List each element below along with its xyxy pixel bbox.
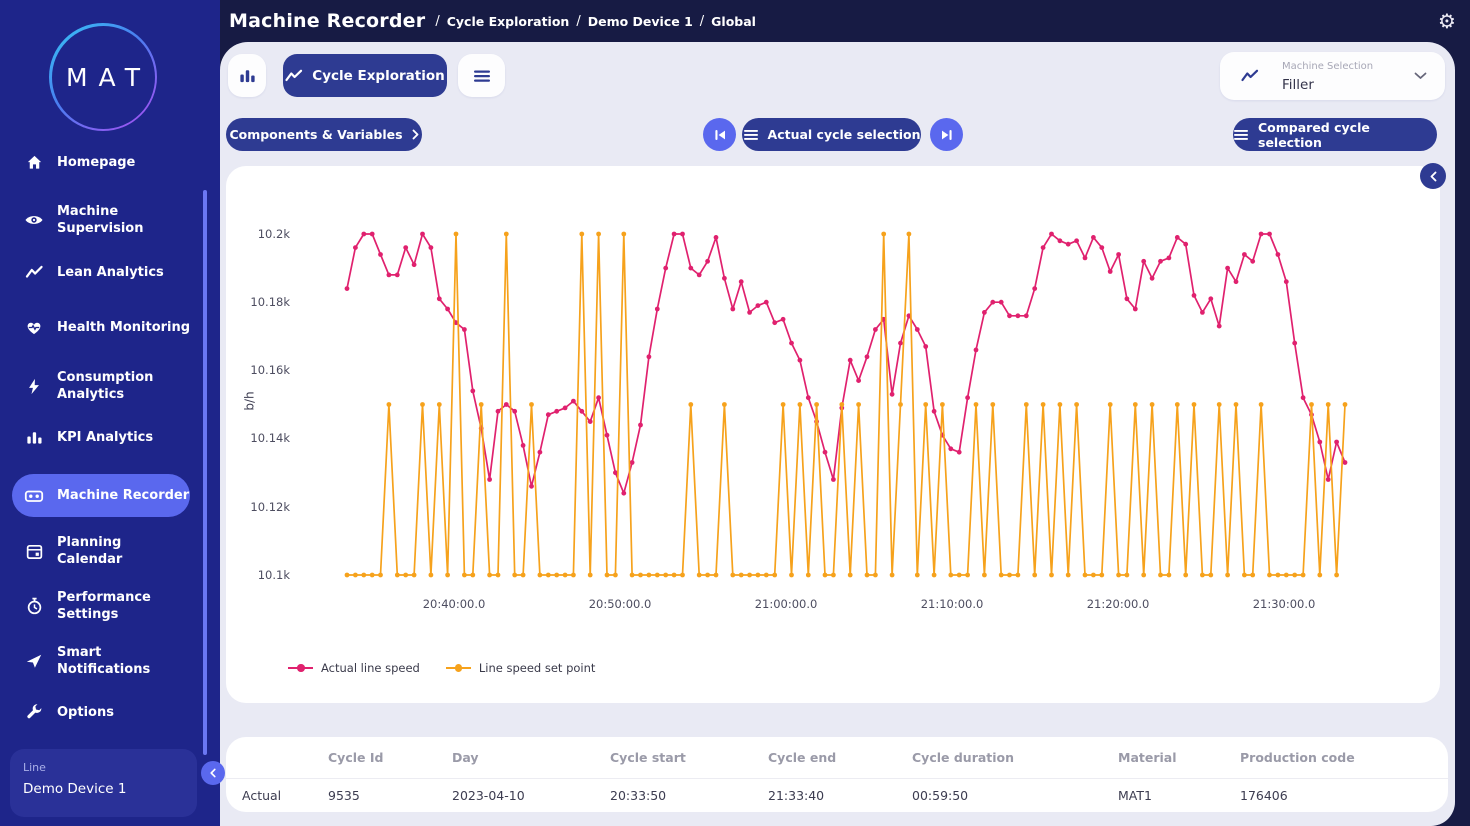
home-icon (24, 152, 44, 172)
machine-selection-value: Filler (1282, 77, 1314, 93)
cycle-info-table: Cycle Id Day Cycle start Cycle end Cycle… (226, 737, 1448, 812)
top-header: Machine Recorder / Cycle Exploration / D… (220, 0, 1470, 42)
chart-legend: Actual line speed Line speed set point (288, 661, 595, 675)
breadcrumb-item[interactable]: Demo Device 1 (588, 14, 693, 29)
table-row: Actual 9535 2023-04-10 20:33:50 21:33:40… (226, 779, 1448, 811)
sidebar-item-machine-supervision[interactable]: Machine Supervision (24, 203, 199, 237)
sidebar-collapse-button[interactable] (201, 761, 225, 785)
wrench-icon (24, 702, 44, 722)
sidebar-item-kpi-analytics[interactable]: KPI Analytics (24, 427, 199, 447)
settings-gear-icon[interactable]: ⚙ (1434, 8, 1460, 34)
table-header: Cycle start (610, 750, 768, 765)
legend-item-line-speed-set-point[interactable]: Line speed set point (446, 661, 596, 675)
page-title: Machine Recorder (229, 10, 425, 32)
line-value: Demo Device 1 (23, 781, 197, 797)
trend-line-icon (24, 262, 44, 282)
row-label: Actual (242, 788, 328, 803)
y-axis-label: b/h (243, 391, 257, 410)
content-panel: Cycle Exploration Machine Selection Fill… (220, 42, 1455, 826)
cell-cycle-end: 21:33:40 (768, 788, 912, 803)
sidebar-item-homepage[interactable]: Homepage (24, 152, 199, 172)
bar-chart-icon (238, 66, 257, 85)
mat-logo: MAT (49, 23, 157, 131)
cell-cycle-duration: 00:59:50 (912, 788, 1118, 803)
sidebar-item-planning-calendar[interactable]: Planning Calendar (24, 534, 199, 568)
list-icon (743, 129, 759, 141)
sidebar: MAT Homepage Machine Supervision Lean An… (0, 0, 220, 826)
sidebar-item-performance-settings[interactable]: Performance Settings (24, 589, 199, 623)
cell-day: 2023-04-10 (452, 788, 610, 803)
legend-item-actual-line-speed[interactable]: Actual line speed (288, 661, 420, 675)
sidebar-item-options[interactable]: Options (24, 702, 199, 722)
sidebar-item-lean-analytics[interactable]: Lean Analytics (24, 262, 199, 282)
sidebar-scrollbar[interactable] (203, 190, 207, 755)
skip-start-icon (713, 128, 727, 142)
sidebar-item-consumption-analytics[interactable]: Consumption Analytics (24, 369, 199, 403)
y-axis-tick: 10.18k (234, 295, 290, 309)
bar-chart-view-button[interactable] (228, 54, 266, 97)
table-header: Day (452, 750, 610, 765)
stopwatch-icon (24, 596, 44, 616)
line-label: Line (23, 761, 197, 774)
table-header: Cycle Id (328, 750, 452, 765)
table-header: Cycle duration (912, 750, 1118, 765)
compared-cycle-selection-button[interactable]: Compared cycle selection (1233, 118, 1437, 151)
y-axis-tick: 10.16k (234, 363, 290, 377)
line-chart-plot[interactable] (226, 166, 1440, 703)
chart-card: 10.2k 10.18k 10.16k 10.14k 10.12k 10.1k … (226, 166, 1440, 703)
components-variables-button[interactable]: Components & Variables (226, 118, 422, 151)
calendar-icon (24, 541, 44, 561)
cell-production-code: 176406 (1240, 788, 1448, 803)
y-axis-tick: 10.12k (234, 500, 290, 514)
x-axis-tick: 21:20:00.0 (1072, 597, 1164, 611)
legend-marker (288, 667, 313, 669)
table-header: Material (1118, 750, 1240, 765)
sidebar-item-health-monitoring[interactable]: Health Monitoring (24, 317, 199, 337)
next-cycle-button[interactable] (930, 118, 963, 151)
breadcrumb-item[interactable]: Global (711, 14, 756, 29)
hamburger-icon (473, 69, 491, 83)
list-icon (1233, 129, 1249, 141)
y-axis-tick: 10.14k (234, 431, 290, 445)
table-header: Production code (1240, 750, 1448, 765)
cell-cycle-id: 9535 (328, 788, 452, 803)
chevron-right-icon (412, 129, 419, 140)
x-axis-tick: 21:30:00.0 (1238, 597, 1330, 611)
x-axis-tick: 21:10:00.0 (906, 597, 998, 611)
table-header: Cycle end (768, 750, 912, 765)
eye-icon (24, 210, 44, 230)
machine-selection-dropdown[interactable]: Machine Selection Filler (1220, 52, 1445, 100)
previous-cycle-button[interactable] (703, 118, 736, 151)
cell-material: MAT1 (1118, 788, 1240, 803)
machine-selection-label: Machine Selection (1282, 61, 1373, 72)
y-axis-tick: 10.1k (234, 568, 290, 582)
skip-end-icon (940, 128, 954, 142)
table-header-row: Cycle Id Day Cycle start Cycle end Cycle… (226, 737, 1448, 779)
heart-pulse-icon (24, 317, 44, 337)
chevron-down-icon (1414, 72, 1427, 80)
cell-cycle-start: 20:33:50 (610, 788, 768, 803)
y-axis-tick: 10.2k (234, 227, 290, 241)
trend-line-icon (1240, 68, 1260, 84)
tab-cycle-exploration[interactable]: Cycle Exploration (283, 54, 447, 97)
x-axis-tick: 20:40:00.0 (408, 597, 500, 611)
line-selector-card[interactable]: Line Demo Device 1 (10, 749, 197, 817)
actual-cycle-selection-button[interactable]: Actual cycle selection (742, 118, 921, 151)
collapse-chart-button[interactable] (1420, 163, 1446, 189)
recorder-icon (24, 486, 44, 506)
sidebar-item-machine-recorder[interactable]: Machine Recorder (12, 474, 190, 517)
bar-chart-icon (24, 427, 44, 447)
paper-plane-icon (24, 651, 44, 671)
sidebar-item-smart-notifications[interactable]: Smart Notifications (24, 644, 199, 678)
breadcrumb-item[interactable]: Cycle Exploration (447, 14, 570, 29)
trend-line-icon (285, 68, 303, 84)
x-axis-tick: 21:00:00.0 (740, 597, 832, 611)
breadcrumb: / Cycle Exploration / Demo Device 1 / Gl… (435, 14, 756, 29)
legend-marker (446, 667, 471, 669)
lightning-icon (24, 376, 44, 396)
x-axis-tick: 20:50:00.0 (574, 597, 666, 611)
menu-button[interactable] (458, 54, 505, 97)
